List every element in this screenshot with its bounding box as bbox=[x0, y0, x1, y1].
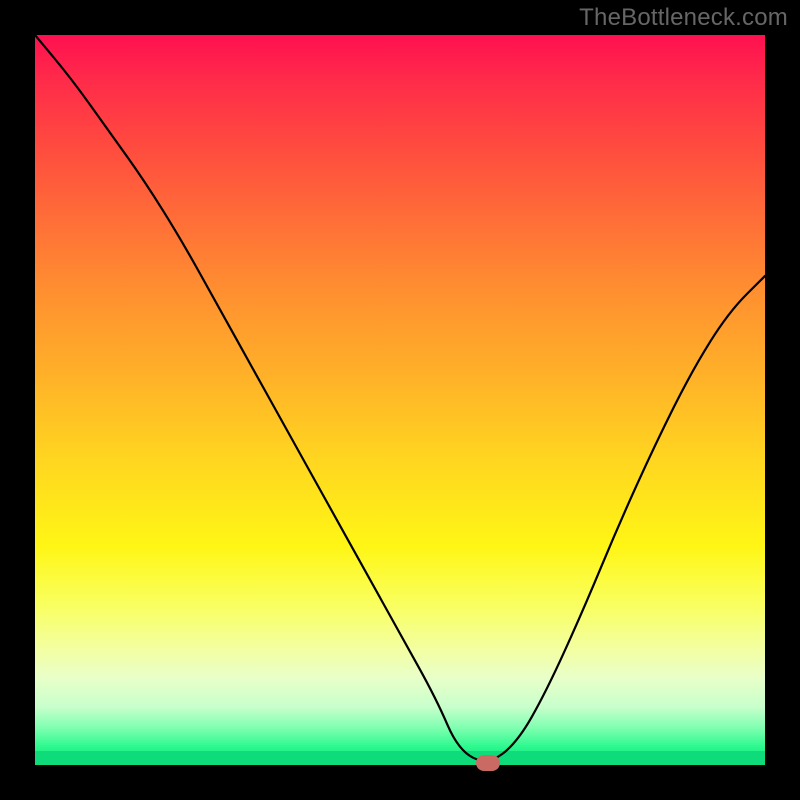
watermark-text: TheBottleneck.com bbox=[579, 4, 788, 32]
chart-container: TheBottleneck.com bbox=[0, 0, 800, 800]
plot-area bbox=[35, 35, 765, 765]
bottleneck-curve bbox=[35, 35, 765, 765]
optimal-point-marker bbox=[476, 755, 500, 771]
